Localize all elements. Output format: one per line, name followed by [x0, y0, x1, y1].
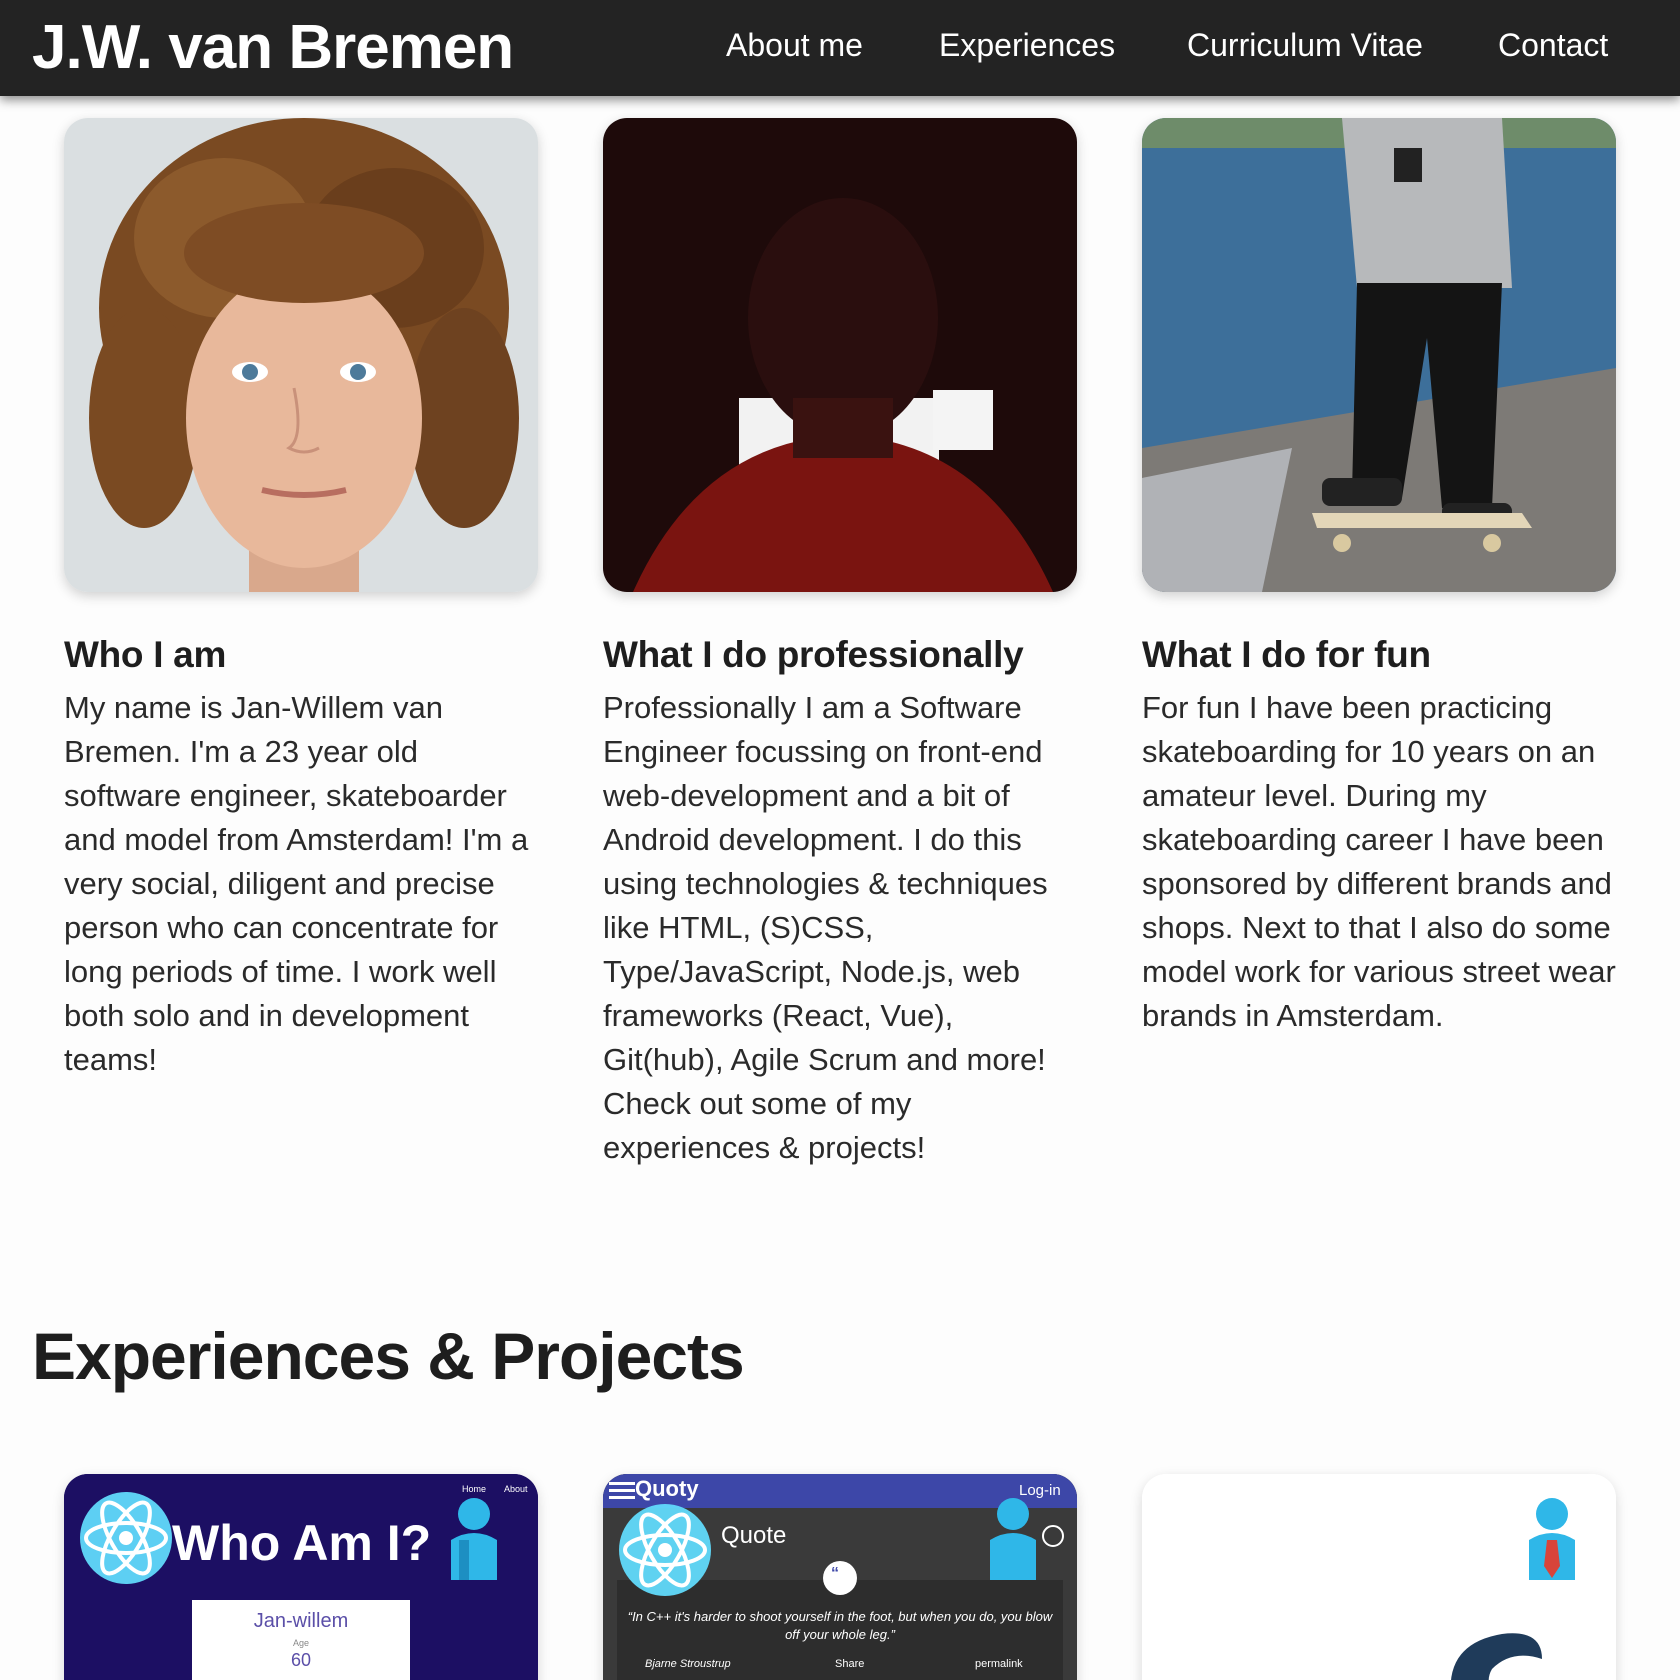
project-quote: “In C++ it's harder to shoot yourself in…: [627, 1609, 1053, 1642]
project-card-who-am-i[interactable]: Who Am I? Home About Jan-willem Age 60: [64, 1474, 538, 1680]
about-text: For fun I have been practicing skateboar…: [1142, 690, 1616, 1033]
project-thumbnail: [1142, 1474, 1616, 1680]
portrait-image: [64, 118, 538, 592]
experiences-section-title: Experiences & Projects: [32, 1319, 745, 1393]
portrait-photo: [64, 118, 538, 592]
about-text: Professionally I am a Software Engineer …: [603, 690, 1048, 1165]
project-card-third[interactable]: [1142, 1474, 1616, 1680]
project-profile-name: Jan-willem: [253, 1610, 349, 1632]
skateboard-image: [1142, 118, 1616, 592]
project-heading: Who Am I?: [172, 1515, 432, 1571]
nav-contact[interactable]: Contact: [1498, 27, 1608, 64]
coding-image: [603, 118, 1077, 592]
about-title: What I do for fun: [1142, 634, 1431, 675]
about-text: My name is Jan-Willem van Bremen. I'm a …: [64, 690, 529, 1077]
about-title: What I do professionally: [603, 634, 1024, 675]
project-heading: Quote: [721, 1522, 787, 1549]
nav-experiences[interactable]: Experiences: [939, 27, 1115, 64]
about-card-professional: What I do professionally Professionally …: [603, 118, 1077, 1170]
project-age-label: Age: [292, 1638, 309, 1648]
project-share: Share: [835, 1658, 865, 1670]
react-icon: [617, 1502, 713, 1598]
project-brand: Quoty: [635, 1476, 699, 1501]
coding-photo: [603, 118, 1077, 592]
project-nav-about: About: [504, 1484, 528, 1494]
main-nav: About me Experiences Curriculum Vitae Co…: [0, 0, 1680, 96]
project-login: Log-in: [1019, 1482, 1061, 1499]
nav-about-me[interactable]: About me: [726, 27, 863, 64]
react-icon: [78, 1490, 174, 1586]
skateboard-photo: [1142, 118, 1616, 592]
project-quote-author: Bjarne Stroustrup: [645, 1658, 731, 1670]
project-age-value: 60: [290, 1650, 312, 1670]
site-header: J.W. van Bremen About me Experiences Cur…: [0, 0, 1680, 96]
about-title: Who I am: [64, 634, 227, 675]
about-card-fun: What I do for fun For fun I have been pr…: [1142, 118, 1616, 1038]
nav-curriculum-vitae[interactable]: Curriculum Vitae: [1187, 27, 1423, 64]
quote-icon: “: [831, 1565, 839, 1582]
project-permalink: permalink: [975, 1658, 1023, 1670]
project-card-quoty[interactable]: Quoty Log-in Quote “ “In C++ it's harder…: [603, 1474, 1077, 1680]
about-card-who-i-am: Who I am My name is Jan-Willem van Breme…: [64, 118, 538, 1082]
project-nav-home: Home: [462, 1484, 487, 1494]
